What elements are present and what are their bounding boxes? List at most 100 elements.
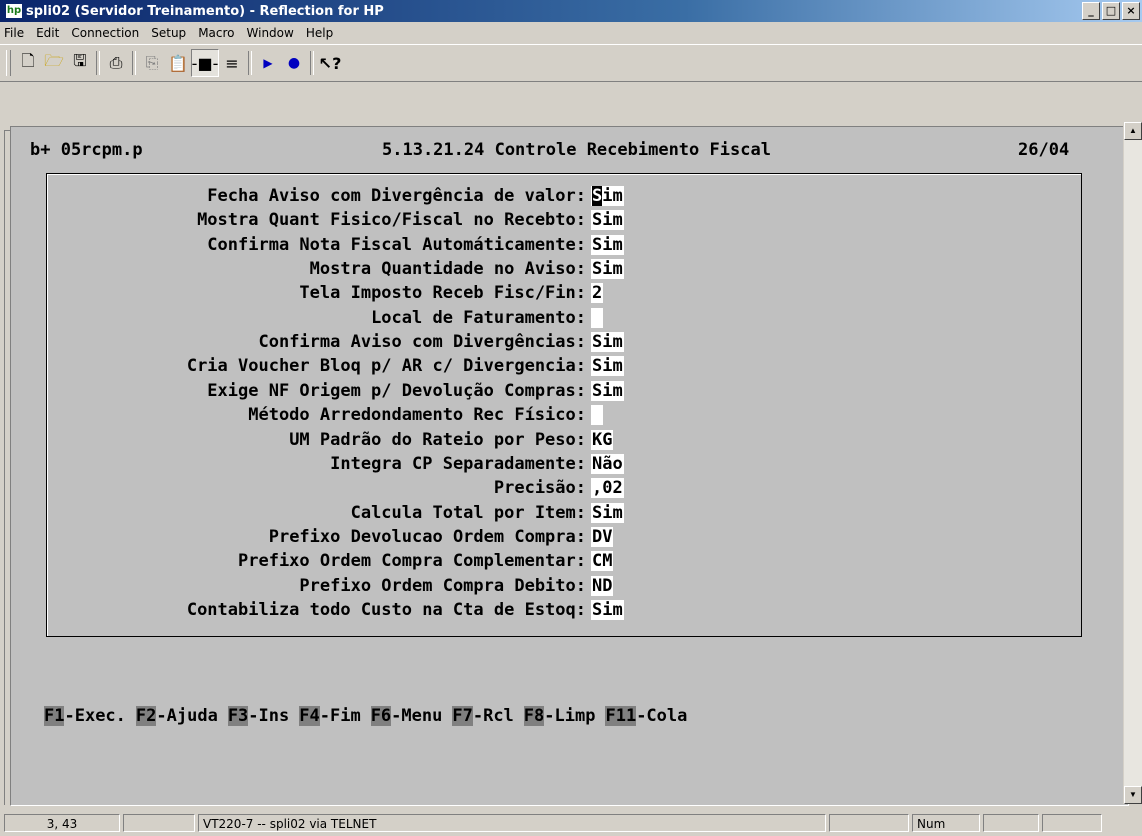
field-label: UM Padrão do Rateio por Peso: bbox=[289, 429, 586, 450]
field-label: Prefixo Devolucao Ordem Compra: bbox=[268, 526, 586, 547]
menu-file[interactable]: File bbox=[0, 26, 30, 40]
field-value[interactable]: CM bbox=[591, 551, 614, 572]
scroll-down-icon[interactable]: ▼ bbox=[1124, 786, 1142, 804]
toolbar-separator bbox=[310, 51, 314, 75]
function-key-label: -Rcl bbox=[472, 706, 514, 726]
minimize-button[interactable]: _ bbox=[1082, 2, 1100, 20]
function-key-f8[interactable]: F8 -Limp bbox=[523, 706, 595, 726]
text-cursor: S bbox=[592, 186, 603, 206]
field-value[interactable]: Sim bbox=[591, 356, 624, 377]
field-value[interactable]: Sim bbox=[591, 210, 624, 231]
screen-title: 5.13.21.24 Controle Recebimento Fiscal bbox=[382, 140, 771, 160]
status-empty-3 bbox=[983, 814, 1039, 832]
field-label: Fecha Aviso com Divergência de valor: bbox=[207, 186, 586, 206]
maximize-button[interactable]: □ bbox=[1102, 2, 1120, 20]
field-value-rest: im bbox=[602, 186, 623, 206]
field-label: Calcula Total por Item: bbox=[350, 502, 586, 523]
field-label: Cria Voucher Bloq p/ AR c/ Divergencia: bbox=[186, 356, 586, 377]
toolbar-grip[interactable] bbox=[6, 50, 11, 76]
window-title: spli02 (Servidor Treinamento) - Reflecti… bbox=[26, 3, 384, 19]
function-key-bar: F1 -Exec. F2 -Ajuda F3 -Ins F4 -Fim F6 -Menu F7 -Rc… bbox=[44, 706, 687, 726]
copy-icon[interactable]: ⎘ bbox=[139, 50, 165, 76]
field-label: Confirma Nota Fiscal Automáticamente: bbox=[207, 234, 586, 255]
title-bar: hp spli02 (Servidor Treinamento) - Refle… bbox=[0, 0, 1142, 22]
field-value[interactable]: Sim bbox=[591, 599, 624, 620]
function-key-label: -Ajuda bbox=[156, 706, 218, 726]
toolbar-separator bbox=[132, 51, 136, 75]
function-key-f3[interactable]: F3 -Ins bbox=[227, 706, 290, 726]
paste-icon[interactable]: 📋 bbox=[165, 50, 191, 76]
field-label: Mostra Quant Fisico/Fiscal no Recebto: bbox=[197, 210, 586, 231]
field-value[interactable]: 2 bbox=[591, 283, 604, 304]
function-key-f4[interactable]: F4 -Fim bbox=[299, 706, 361, 726]
help-icon[interactable]: ↖? bbox=[317, 50, 343, 76]
field-value[interactable]: DV bbox=[591, 526, 614, 547]
connect-icon[interactable]: -■- bbox=[191, 49, 219, 77]
close-button[interactable]: × bbox=[1122, 2, 1140, 20]
function-key-f7[interactable]: F7 -Rcl bbox=[452, 706, 514, 726]
open-icon[interactable]: 🗁 bbox=[41, 50, 67, 76]
function-key-label: -Fim bbox=[319, 706, 361, 726]
cursor-position: 3, 43 bbox=[4, 814, 120, 832]
function-key-f11[interactable]: F11 -Cola bbox=[605, 706, 687, 726]
menu-setup[interactable]: Setup bbox=[145, 26, 192, 40]
function-key-label: -Menu bbox=[391, 706, 443, 726]
screen-date: 26/04 bbox=[1018, 140, 1070, 160]
field-value[interactable]: Sim bbox=[591, 502, 624, 523]
field-value[interactable]: Sim bbox=[591, 332, 624, 353]
field-label: Mostra Quantidade no Aviso: bbox=[309, 259, 586, 280]
function-key-code: F6 bbox=[370, 706, 392, 726]
menu-edit[interactable]: Edit bbox=[30, 26, 65, 40]
field-value[interactable]: Sim bbox=[591, 186, 624, 206]
vertical-scrollbar[interactable]: ▲ ▼ bbox=[1123, 122, 1142, 804]
status-empty-4 bbox=[1042, 814, 1102, 832]
menu-window[interactable]: Window bbox=[241, 26, 300, 40]
connection-status: VT220-7 -- spli02 via TELNET bbox=[198, 814, 826, 832]
field-value[interactable]: Não bbox=[591, 453, 624, 474]
field-label: Prefixo Ordem Compra Complementar: bbox=[238, 551, 586, 572]
field-value[interactable]: KG bbox=[591, 429, 614, 450]
status-empty-1 bbox=[123, 814, 195, 832]
play-icon[interactable]: ▶ bbox=[255, 50, 281, 76]
toolbar-separator bbox=[96, 51, 100, 75]
function-key-label: -Exec. bbox=[64, 706, 126, 726]
toolbar: 🗋 🗁 🖫 ⎙ ⎘ 📋 -■- ≡ ▶ ● ↖? bbox=[0, 44, 1142, 82]
field-value[interactable] bbox=[591, 405, 603, 426]
save-icon[interactable]: 🖫 bbox=[67, 50, 93, 76]
field-label: Precisão: bbox=[493, 478, 586, 499]
field-value[interactable]: ND bbox=[591, 575, 614, 596]
new-icon[interactable]: 🗋 bbox=[15, 50, 41, 76]
field-value[interactable] bbox=[591, 307, 603, 328]
function-key-f1[interactable]: F1 -Exec. bbox=[44, 706, 126, 726]
menu-help[interactable]: Help bbox=[300, 26, 339, 40]
num-lock-indicator: Num bbox=[912, 814, 980, 832]
status-bar: 3, 43 VT220-7 -- spli02 via TELNET Num bbox=[0, 810, 1142, 836]
function-key-code: F11 bbox=[605, 706, 637, 726]
field-value[interactable]: Sim bbox=[591, 380, 624, 401]
program-name: b+ 05rcpm.p bbox=[30, 140, 143, 160]
record-icon[interactable]: ● bbox=[281, 50, 307, 76]
status-empty-2 bbox=[829, 814, 909, 832]
function-key-label: -Cola bbox=[636, 706, 688, 726]
menu-macro[interactable]: Macro bbox=[192, 26, 240, 40]
function-key-code: F7 bbox=[452, 706, 473, 726]
field-label: Contabiliza todo Custo na Cta de Estoq: bbox=[186, 599, 586, 620]
field-value[interactable]: ,02 bbox=[591, 478, 624, 499]
field-label: Integra CP Separadamente: bbox=[330, 453, 586, 474]
function-key-f2[interactable]: F2 -Ajuda bbox=[135, 706, 218, 726]
print-icon[interactable]: ⎙ bbox=[103, 50, 129, 76]
function-key-code: F8 bbox=[523, 706, 545, 726]
scroll-up-icon[interactable]: ▲ bbox=[1124, 122, 1142, 140]
toolbar-separator bbox=[248, 51, 252, 75]
menu-connection[interactable]: Connection bbox=[65, 26, 145, 40]
field-label: Método Arredondamento Rec Físico: bbox=[248, 405, 586, 426]
field-label: Local de Faturamento: bbox=[371, 307, 586, 328]
macro-icon[interactable]: ≡ bbox=[219, 50, 245, 76]
app-icon: hp bbox=[6, 4, 22, 18]
field-value[interactable]: Sim bbox=[591, 259, 624, 280]
field-label: Tela Imposto Receb Fisc/Fin: bbox=[299, 283, 586, 304]
function-key-f6[interactable]: F6 -Menu bbox=[370, 706, 443, 726]
function-key-label: -Ins bbox=[248, 706, 290, 726]
field-value[interactable]: Sim bbox=[591, 234, 624, 255]
function-key-code: F3 bbox=[227, 706, 249, 726]
